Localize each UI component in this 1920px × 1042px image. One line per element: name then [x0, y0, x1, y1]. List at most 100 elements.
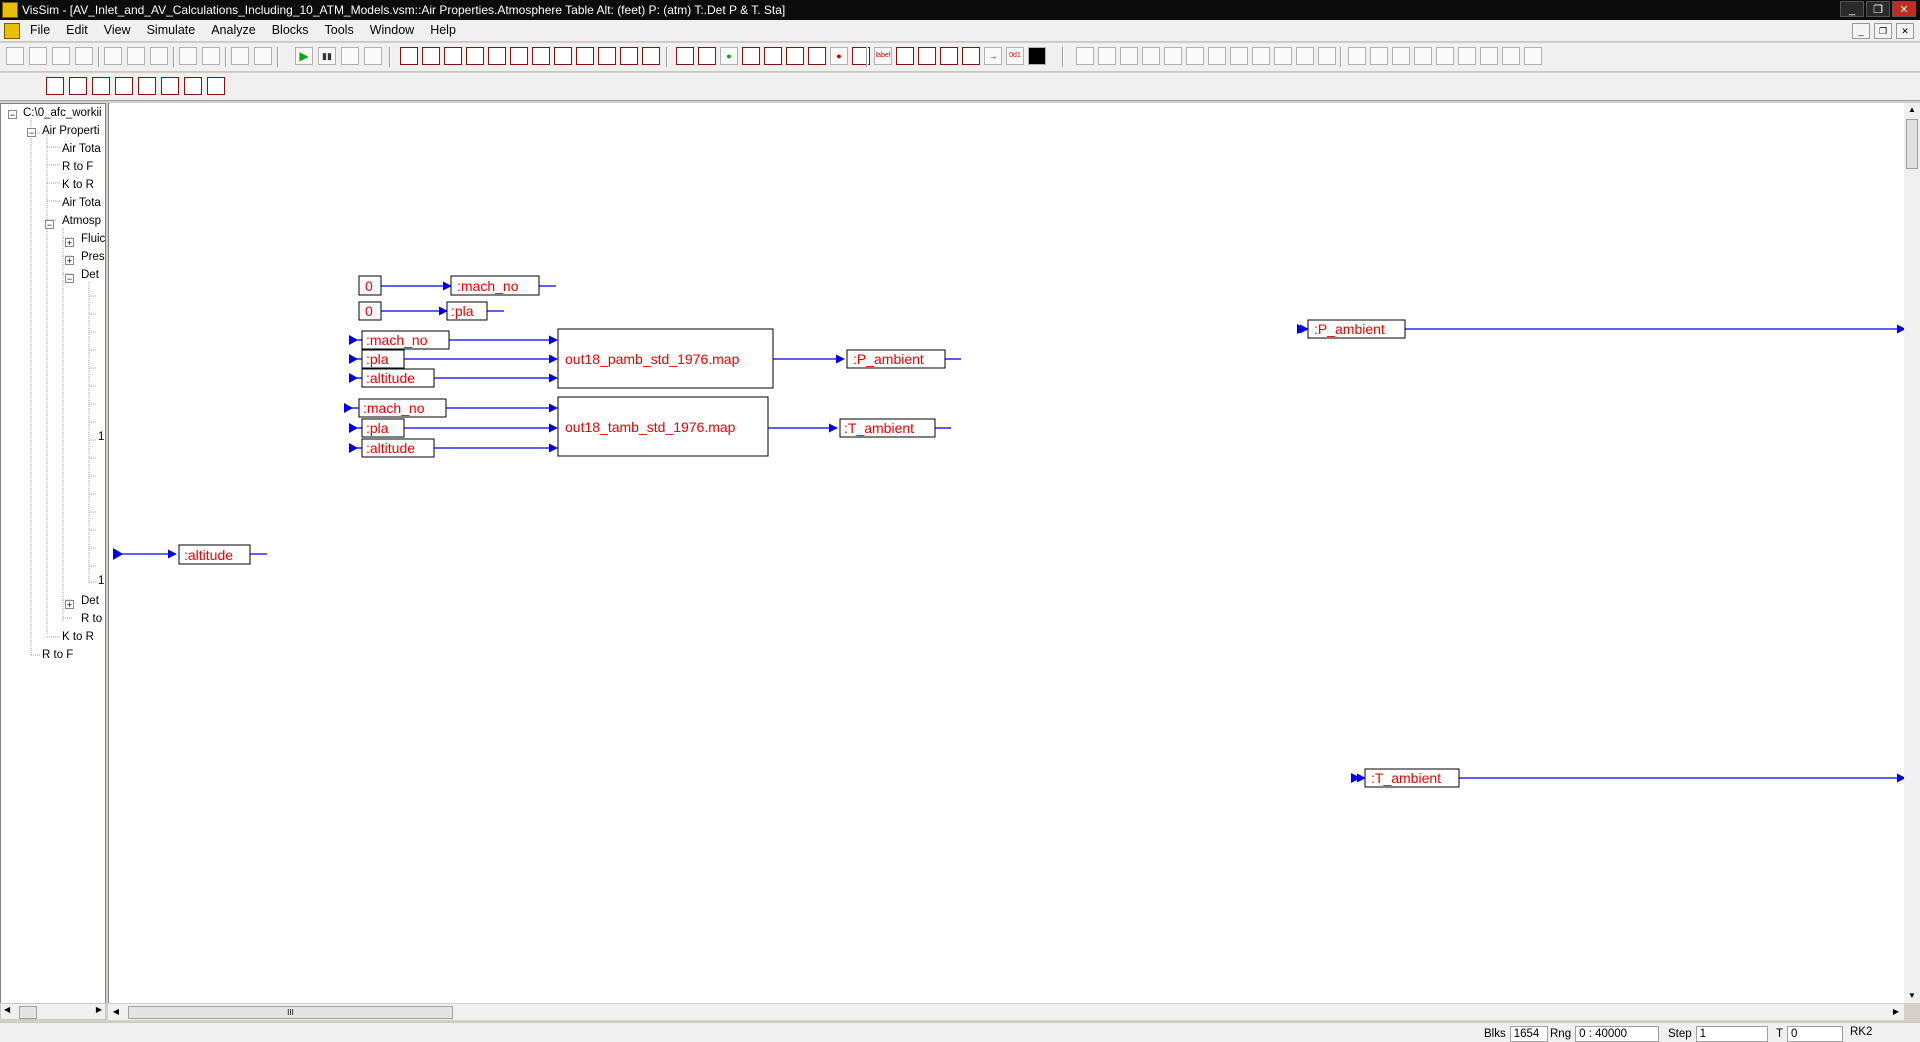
io-tool-icon[interactable]: [896, 47, 914, 65]
tree-collapse-icon[interactable]: −: [65, 274, 74, 284]
tree-expand-icon[interactable]: +: [65, 600, 74, 610]
diagram-canvas[interactable]: 0 0 :mach_no :pla :mach_no :pla :altitud…: [108, 103, 1906, 1003]
block-tool-icon[interactable]: [466, 47, 484, 65]
block-tool-icon[interactable]: [488, 47, 506, 65]
scroll-left-arrow-icon[interactable]: ◀: [4, 1005, 10, 1014]
fill-tool-icon[interactable]: [1028, 47, 1046, 65]
menu-edit[interactable]: Edit: [66, 23, 88, 37]
run-simulation-icon[interactable]: ▶: [295, 47, 313, 65]
logic-block-icon[interactable]: [1392, 47, 1410, 65]
plot-tool-icon[interactable]: [742, 47, 760, 65]
matrix-block-icon[interactable]: [207, 77, 225, 95]
menu-blocks[interactable]: Blocks: [272, 23, 309, 37]
tree-collapse-icon[interactable]: −: [45, 220, 54, 230]
block-tool-icon[interactable]: [576, 47, 594, 65]
logic-block-icon[interactable]: [1458, 47, 1476, 65]
io-tool-icon[interactable]: [940, 47, 958, 65]
tree-item-air-properties[interactable]: Air Properti: [42, 125, 100, 137]
add-connector-icon[interactable]: [179, 47, 197, 65]
label-tool-button[interactable]: label: [874, 47, 892, 65]
menu-window[interactable]: Window: [370, 23, 414, 37]
menu-file[interactable]: File: [30, 23, 50, 37]
scroll-up-arrow-icon[interactable]: ▲: [1904, 103, 1920, 117]
nonlinear-block-icon[interactable]: [1098, 47, 1116, 65]
tree-item-root[interactable]: C:\0_afc_workii: [23, 107, 102, 119]
vertical-scroll-thumb[interactable]: [1906, 119, 1918, 169]
io-tool-icon[interactable]: [918, 47, 936, 65]
block-tool-icon[interactable]: [400, 47, 418, 65]
canvas-horizontal-scrollbar[interactable]: ◀ III ▶: [108, 1003, 1904, 1020]
go-up-compound-icon[interactable]: [231, 47, 249, 65]
logic-block-icon[interactable]: [1370, 47, 1388, 65]
scroll-right-arrow-icon[interactable]: ▶: [96, 1005, 102, 1014]
print-icon[interactable]: [75, 47, 93, 65]
close-button[interactable]: ✕: [1892, 1, 1916, 17]
tree-expand-icon[interactable]: +: [65, 256, 74, 266]
menu-analyze[interactable]: Analyze: [211, 23, 255, 37]
save-icon[interactable]: [52, 47, 70, 65]
tree-item-k-to-r[interactable]: K to R: [62, 631, 94, 643]
logic-block-icon[interactable]: [1502, 47, 1520, 65]
mdi-restore-button[interactable]: ❐: [1874, 23, 1892, 39]
block-tool-icon[interactable]: [554, 47, 572, 65]
tree-item-truncated[interactable]: 1: [98, 575, 104, 587]
tree-item-truncated[interactable]: 1: [98, 431, 104, 443]
open-file-icon[interactable]: [29, 47, 47, 65]
cut-icon[interactable]: [104, 47, 122, 65]
horizontal-scroll-thumb[interactable]: III: [128, 1006, 453, 1019]
plot-tool-icon[interactable]: [764, 47, 782, 65]
tree-item-k-to-r[interactable]: K to R: [62, 179, 94, 191]
menu-help[interactable]: Help: [430, 23, 456, 37]
menu-simulate[interactable]: Simulate: [147, 23, 196, 37]
matrix-block-icon[interactable]: [184, 77, 202, 95]
canvas-vertical-scrollbar[interactable]: ▲ ▼: [1904, 103, 1920, 1003]
nonlinear-block-icon[interactable]: [1076, 47, 1094, 65]
scroll-down-arrow-icon[interactable]: ▼: [1904, 989, 1920, 1003]
io-tool-icon[interactable]: [962, 47, 980, 65]
plot-tool-icon[interactable]: [808, 47, 826, 65]
plot-tool-icon[interactable]: [786, 47, 804, 65]
tree-collapse-icon[interactable]: −: [27, 128, 36, 138]
tree-expand-icon[interactable]: +: [65, 238, 74, 248]
menu-tools[interactable]: Tools: [325, 23, 354, 37]
block-tool-icon[interactable]: [510, 47, 528, 65]
tree-item-fluid[interactable]: Fluic: [81, 233, 105, 245]
nonlinear-block-icon[interactable]: [1208, 47, 1226, 65]
tree-item-pressure[interactable]: Pres: [81, 251, 105, 263]
nonlinear-block-icon[interactable]: [1164, 47, 1182, 65]
nonlinear-block-icon[interactable]: [1120, 47, 1138, 65]
light-tool-icon[interactable]: ●: [720, 47, 738, 65]
scroll-right-arrow-icon[interactable]: ▶: [1888, 1004, 1904, 1020]
nonlinear-block-icon[interactable]: [1186, 47, 1204, 65]
pause-simulation-icon[interactable]: ▮▮: [318, 47, 336, 65]
tree-item-r-to-f[interactable]: R to F: [62, 161, 93, 173]
block-tool-icon[interactable]: [532, 47, 550, 65]
mdi-minimize-button[interactable]: _: [1852, 23, 1870, 39]
matrix-block-icon[interactable]: [138, 77, 156, 95]
matrix-block-icon[interactable]: [92, 77, 110, 95]
tree-item-r-to[interactable]: R to: [81, 613, 102, 625]
tree-collapse-icon[interactable]: −: [8, 110, 17, 120]
tree-item-atmosphere[interactable]: Atmosp: [62, 215, 101, 227]
menu-view[interactable]: View: [104, 23, 131, 37]
document-icon[interactable]: [4, 23, 20, 39]
mdi-close-button[interactable]: ✕: [1896, 23, 1914, 39]
tree-item-r-to-f[interactable]: R to F: [42, 649, 73, 661]
logic-block-icon[interactable]: [1480, 47, 1498, 65]
go-down-compound-icon[interactable]: [254, 47, 272, 65]
single-step-icon[interactable]: [341, 47, 359, 65]
nonlinear-block-icon[interactable]: [1230, 47, 1248, 65]
tree-item-det[interactable]: Det: [81, 595, 99, 607]
block-tool-icon[interactable]: [642, 47, 660, 65]
block-tool-icon[interactable]: [444, 47, 462, 65]
tree-scroll-thumb[interactable]: [19, 1006, 37, 1019]
remove-connector-icon[interactable]: [202, 47, 220, 65]
plot-tool-icon[interactable]: [698, 47, 716, 65]
restore-button[interactable]: ❐: [1866, 1, 1890, 17]
block-tool-icon[interactable]: [620, 47, 638, 65]
logic-block-icon[interactable]: [1436, 47, 1454, 65]
tree-horizontal-scrollbar[interactable]: ◀ ▶: [0, 1003, 106, 1020]
plot-tool-icon[interactable]: [676, 47, 694, 65]
vissim-app-icon[interactable]: [2, 2, 18, 18]
minimize-button[interactable]: _: [1840, 1, 1864, 17]
